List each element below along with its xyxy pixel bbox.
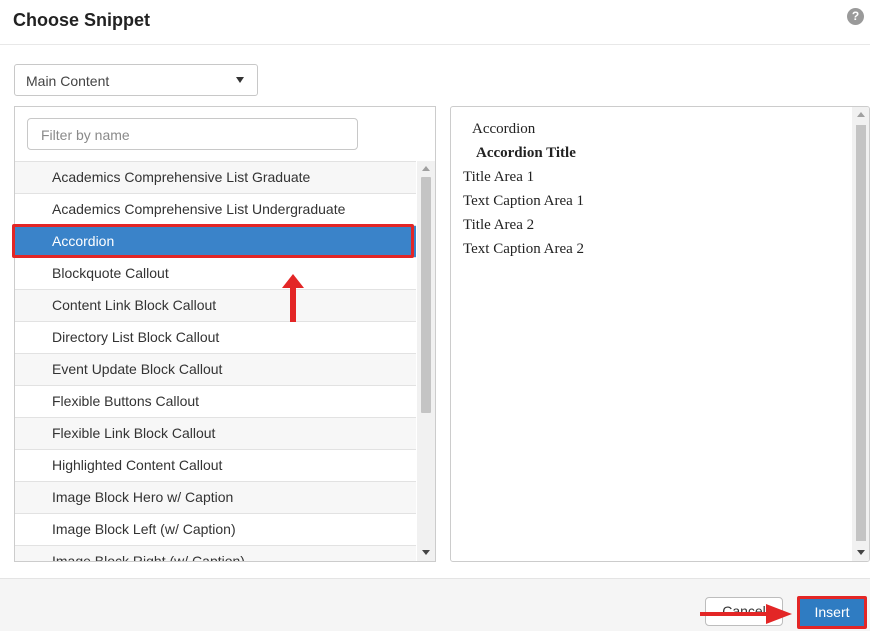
scroll-down-icon[interactable] [857,550,865,555]
snippet-list-item[interactable]: Flexible Link Block Callout [15,417,416,449]
snippet-list-item[interactable]: Academics Comprehensive List Graduate [15,161,416,193]
preview-line: Accordion Title [476,145,576,161]
snippet-list-panel: Filter by name Academics Comprehensive L… [14,106,436,562]
scroll-up-icon[interactable] [422,166,430,171]
snippet-list: Academics Comprehensive List Graduate Aca… [15,161,416,561]
annotation-arrow-up-icon [282,274,304,322]
selection-highlight-box [12,224,414,258]
dialog-title: Choose Snippet [13,10,151,30]
help-icon[interactable]: ? [847,8,864,25]
preview-scrollbar[interactable] [852,107,869,561]
snippet-list-item[interactable]: Content Link Block Callout [15,289,416,321]
scroll-up-icon[interactable] [857,112,865,117]
snippet-list-item[interactable]: Blockquote Callout [15,257,416,289]
filter-placeholder: Filter by name [41,127,130,143]
snippet-preview: Accordion Accordion Title Title Area 1 Text… [450,106,870,562]
scroll-down-icon[interactable] [422,550,430,555]
snippet-list-item[interactable]: Directory List Block Callout [15,321,416,353]
snippet-list-item[interactable]: Academics Comprehensive List Undergradua… [15,193,416,225]
snippet-list-scrollbar[interactable] [417,161,435,561]
chevron-down-icon [236,77,244,83]
snippet-list-item[interactable]: Image Block Right (w/ Caption) [15,545,416,561]
snippet-list-item[interactable]: Event Update Block Callout [15,353,416,385]
category-select[interactable]: Main Content [14,64,258,96]
preview-line: Accordion [472,121,536,137]
preview-content: Accordion Accordion Title Title Area 1 Text… [463,117,584,261]
snippet-list-item[interactable]: Highlighted Content Callout [15,449,416,481]
snippet-list-item[interactable]: Flexible Buttons Callout [15,385,416,417]
scrollbar-thumb[interactable] [421,177,431,413]
snippet-list-item[interactable]: Image Block Hero w/ Caption [15,481,416,513]
preview-line: Text Caption Area 1 [463,193,585,209]
insert-button[interactable]: Insert [797,596,867,629]
preview-line: Title Area 2 [463,217,535,233]
preview-line: Title Area 1 [463,169,535,185]
scrollbar-thumb[interactable] [856,125,866,541]
header-divider [0,44,870,45]
annotation-arrow-right-icon [700,604,792,624]
snippet-list-item[interactable]: Image Block Left (w/ Caption) [15,513,416,545]
category-select-value: Main Content [26,73,110,89]
filter-input[interactable]: Filter by name [27,118,358,150]
preview-line: Text Caption Area 2 [463,241,585,257]
